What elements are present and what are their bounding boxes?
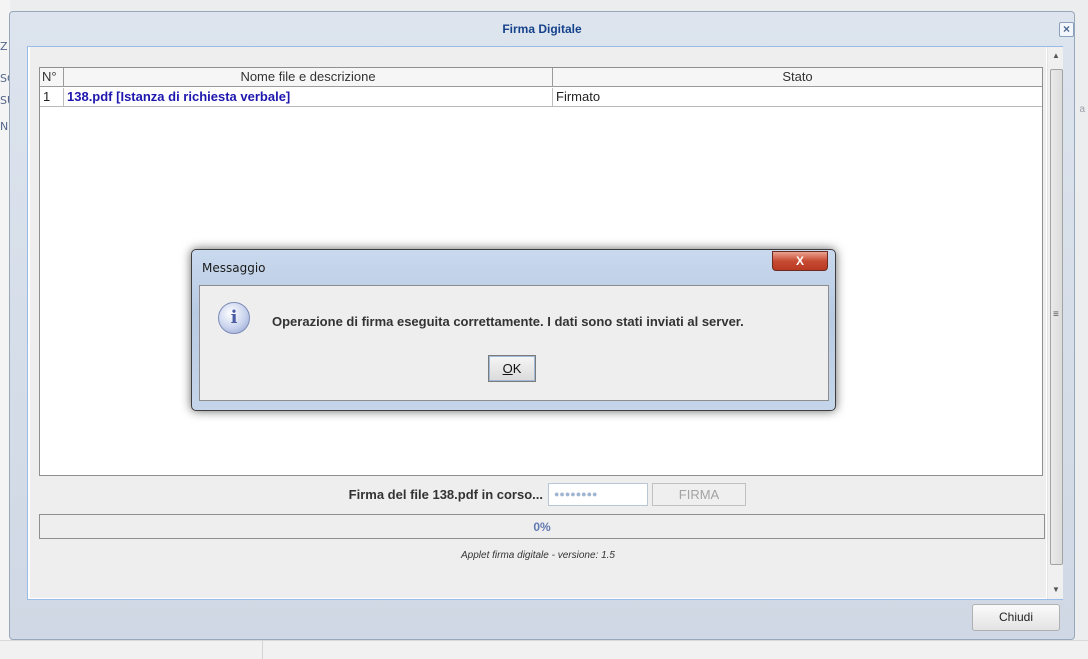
- table-cell-file-link[interactable]: 138.pdf [Istanza di richiesta verbale]: [64, 88, 553, 107]
- vertical-scrollbar[interactable]: ▲ ≡ ▼: [1047, 47, 1063, 599]
- chiudi-button[interactable]: Chiudi: [972, 604, 1060, 631]
- ok-label-rest: K: [512, 361, 522, 376]
- table-cell-number: 1: [40, 88, 64, 107]
- dialog-close-button[interactable]: X: [772, 251, 828, 271]
- ok-mnemonic: O: [502, 361, 513, 376]
- scroll-down-icon[interactable]: ▼: [1048, 581, 1064, 598]
- scroll-grip-icon: ≡: [1053, 309, 1059, 320]
- window-close-button[interactable]: ×: [1059, 22, 1074, 37]
- info-icon: i: [218, 302, 250, 334]
- column-header-file: Nome file e descrizione: [64, 68, 553, 87]
- ok-button[interactable]: OK: [488, 355, 536, 382]
- message-dialog: Messaggio X i Operazione di firma esegui…: [191, 249, 836, 411]
- scroll-thumb[interactable]: ≡: [1050, 69, 1063, 565]
- column-header-number: N°: [40, 68, 64, 87]
- dialog-message: Operazione di firma eseguita correttamen…: [272, 314, 744, 329]
- dialog-body: i Operazione di firma eseguita correttam…: [199, 285, 829, 401]
- progress-bar: 0%: [39, 514, 1045, 539]
- background-divider: [262, 640, 263, 659]
- background-text: Z: [0, 40, 8, 53]
- background-text: a: [1079, 104, 1085, 115]
- table-cell-status: Firmato: [553, 88, 1042, 107]
- scroll-up-icon[interactable]: ▲: [1048, 47, 1064, 64]
- dialog-title: Messaggio: [202, 261, 266, 275]
- signing-status-row: Firma del file 138.pdf in corso... ●●●●●…: [30, 478, 1046, 512]
- window-title: Firma Digitale: [502, 22, 582, 36]
- window-title-bar: Firma Digitale ×: [10, 12, 1074, 43]
- version-label: Applet firma digitale - versione: 1.5: [461, 550, 615, 561]
- background-text: N: [0, 120, 9, 133]
- progress-label: 0%: [533, 520, 551, 534]
- firma-button[interactable]: FIRMA: [652, 483, 746, 506]
- column-header-status: Stato: [553, 68, 1042, 87]
- background-footer: [0, 640, 1088, 659]
- pin-password-field[interactable]: ●●●●●●●●: [548, 483, 648, 506]
- signing-status-label: Firma del file 138.pdf in corso...: [348, 487, 543, 502]
